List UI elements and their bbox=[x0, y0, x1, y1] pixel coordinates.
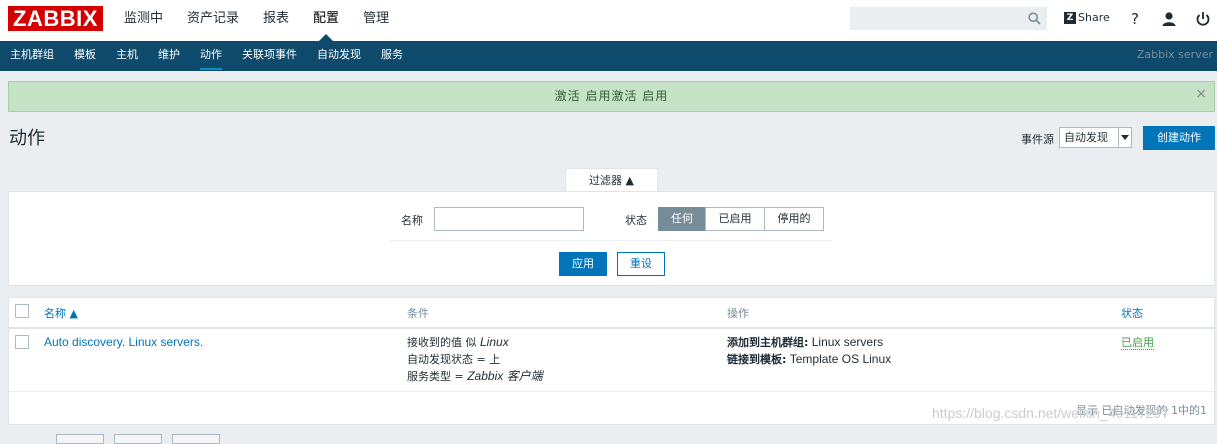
condition-line: 服务类型 = Zabbix 客户端 bbox=[407, 369, 543, 383]
sub-nav-bar: 主机群组 模板 主机 维护 动作 关联项事件 自动发现 服务 Zabbix se… bbox=[0, 41, 1217, 71]
column-header-name[interactable]: 名称 ▲ bbox=[44, 305, 78, 321]
sub-nav-hosts[interactable]: 主机 bbox=[106, 41, 148, 71]
status-badge[interactable]: 已启用 bbox=[1121, 336, 1154, 350]
sub-nav-services[interactable]: 服务 bbox=[371, 41, 413, 71]
main-nav-configuration[interactable]: 配置 bbox=[301, 0, 351, 41]
filter-status-any[interactable]: 任何 bbox=[658, 207, 706, 231]
action-status[interactable]: 已启用 bbox=[1121, 334, 1154, 351]
action-conditions: 接收到的值 似 Linux 自动发现状态 = 上 服务类型 = Zabbix 客… bbox=[407, 334, 543, 385]
sub-nav-templates[interactable]: 模板 bbox=[64, 41, 106, 71]
zabbix-share-icon: Z bbox=[1064, 11, 1076, 24]
sub-nav-host-groups[interactable]: 主机群组 bbox=[0, 41, 64, 71]
server-name: Zabbix server bbox=[1136, 48, 1213, 61]
column-header-conditions: 条件 bbox=[407, 307, 429, 320]
event-source-value: 自动发现 bbox=[1064, 131, 1108, 144]
main-nav: 监测中 资产记录 报表 配置 管理 bbox=[112, 0, 401, 41]
filter-name-input[interactable] bbox=[434, 207, 584, 231]
share-button[interactable]: Z Share bbox=[1064, 11, 1110, 24]
filter-divider bbox=[390, 240, 832, 241]
action-name-link[interactable]: Auto discovery. Linux servers. bbox=[44, 334, 203, 351]
close-icon[interactable]: × bbox=[1195, 80, 1208, 109]
user-profile-icon[interactable] bbox=[1160, 10, 1178, 28]
column-header-status[interactable]: 状态 bbox=[1121, 305, 1143, 321]
create-action-button[interactable]: 创建动作 bbox=[1143, 126, 1215, 150]
mass-disable-button[interactable] bbox=[114, 434, 162, 444]
logout-power-icon[interactable] bbox=[1194, 10, 1212, 28]
svg-text:?: ? bbox=[1131, 10, 1139, 28]
header-divider bbox=[9, 327, 1214, 329]
sub-nav: 主机群组 模板 主机 维护 动作 关联项事件 自动发现 服务 bbox=[0, 41, 413, 71]
share-label: Share bbox=[1078, 11, 1110, 24]
search-icon[interactable] bbox=[1028, 12, 1041, 25]
row-checkbox[interactable] bbox=[15, 335, 29, 349]
row-divider bbox=[9, 391, 1214, 392]
filter-name-label: 名称 bbox=[401, 214, 423, 227]
success-message: 激活 启用激活 启用 × bbox=[8, 81, 1215, 112]
main-nav-administration[interactable]: 管理 bbox=[351, 0, 401, 41]
chevron-down-icon bbox=[1118, 128, 1131, 147]
sub-nav-maintenance[interactable]: 维护 bbox=[148, 41, 190, 71]
event-source-select[interactable]: 自动发现 bbox=[1059, 127, 1132, 148]
operation-line: 链接到模板: Template OS Linux bbox=[727, 352, 892, 366]
apply-button[interactable]: 应用 bbox=[559, 252, 607, 276]
filter-status-disabled[interactable]: 停用的 bbox=[764, 207, 824, 231]
page-title: 动作 bbox=[9, 128, 45, 149]
filter-status-enabled[interactable]: 已启用 bbox=[705, 207, 765, 231]
filter-panel bbox=[8, 191, 1215, 286]
reset-button[interactable]: 重设 bbox=[617, 252, 665, 276]
sub-nav-discovery[interactable]: 自动发现 bbox=[307, 41, 371, 71]
select-all-checkbox[interactable] bbox=[15, 304, 29, 318]
zabbix-logo[interactable]: ZABBIX bbox=[8, 6, 103, 31]
search-input[interactable] bbox=[850, 7, 1047, 30]
filter-tab[interactable]: 过滤器 ▲ bbox=[565, 168, 658, 192]
mass-delete-button[interactable] bbox=[172, 434, 220, 444]
column-header-operations: 操作 bbox=[727, 307, 749, 320]
watermark-text: https://blog.csdn.net/weixin_40117297 bbox=[932, 405, 1170, 421]
sub-nav-event-correlation[interactable]: 关联项事件 bbox=[232, 41, 307, 71]
help-icon[interactable]: ? bbox=[1126, 10, 1144, 28]
filter-status-label: 状态 bbox=[625, 214, 647, 227]
top-bar: ZABBIX 监测中 资产记录 报表 配置 管理 Z Share ? bbox=[0, 0, 1217, 41]
mass-enable-button[interactable] bbox=[56, 434, 104, 444]
action-operations: 添加到主机群组: Linux servers 链接到模板: Template O… bbox=[727, 334, 891, 368]
condition-line: 接收到的值 似 Linux bbox=[407, 335, 509, 349]
operation-line: 添加到主机群组: Linux servers bbox=[727, 335, 884, 349]
success-message-text: 激活 启用激活 启用 bbox=[554, 89, 669, 103]
condition-line: 自动发现状态 = 上 bbox=[407, 353, 501, 366]
main-nav-inventory[interactable]: 资产记录 bbox=[175, 0, 251, 41]
main-nav-reports[interactable]: 报表 bbox=[251, 0, 301, 41]
main-nav-monitoring[interactable]: 监测中 bbox=[112, 0, 175, 41]
event-source-label: 事件源 bbox=[1021, 133, 1054, 146]
sub-nav-actions[interactable]: 动作 bbox=[190, 41, 232, 71]
